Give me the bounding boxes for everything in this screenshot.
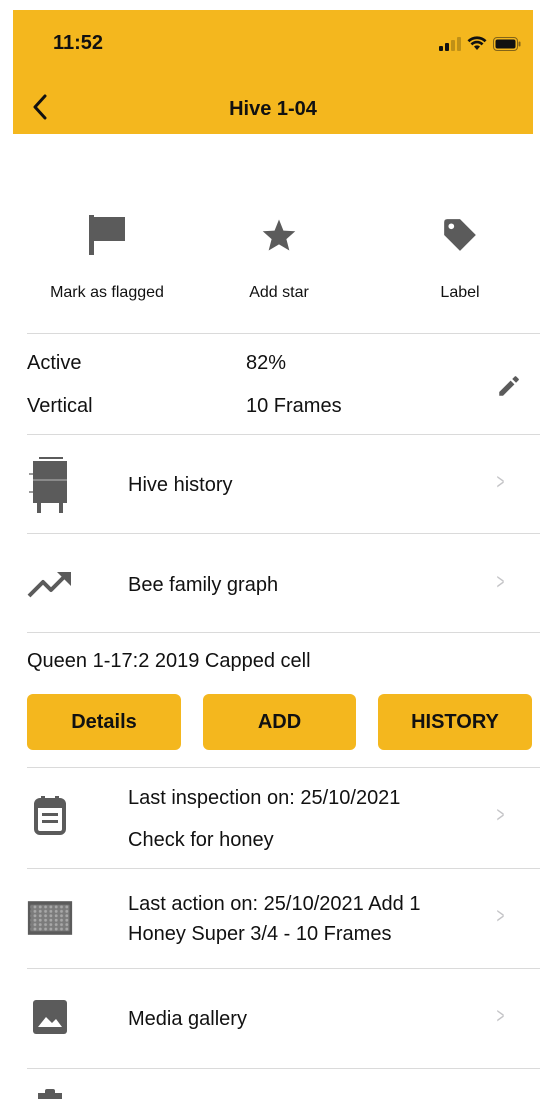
hive-status: Active <box>27 352 82 374</box>
inspection-note: Check for honey <box>128 829 274 851</box>
signal-icon <box>439 36 461 51</box>
clipboard-icon <box>38 1089 62 1099</box>
chevron-right-icon: > <box>496 903 505 928</box>
chevron-right-icon: > <box>496 802 505 827</box>
last-action-label: Last action on: 25/10/2021 Add 1 <box>128 893 421 915</box>
chevron-right-icon: > <box>496 1003 505 1028</box>
hive-frames: 10 Frames <box>246 395 342 417</box>
battery-icon <box>493 36 521 51</box>
bee-family-graph-item[interactable]: Bee family graph > <box>0 534 540 632</box>
next-list-item[interactable] <box>0 1069 540 1099</box>
mark-flagged-label: Mark as flagged <box>50 284 164 301</box>
hive-box-icon <box>29 457 67 513</box>
image-icon <box>33 1000 67 1034</box>
media-gallery-label: Media gallery <box>128 1008 247 1030</box>
details-button[interactable]: Details <box>27 694 181 750</box>
edit-button[interactable] <box>493 370 525 402</box>
bee-family-graph-label: Bee family graph <box>128 574 279 596</box>
status-time: 11:52 <box>53 32 104 54</box>
label-label: Label <box>440 284 480 301</box>
mark-flagged-action[interactable]: Mark as flagged <box>17 210 197 302</box>
status-icons <box>439 36 521 51</box>
hive-strength: 82% <box>246 352 287 374</box>
add-button[interactable]: ADD <box>203 694 356 750</box>
quick-actions: Mark as flagged Add star Label <box>0 210 540 310</box>
last-inspection-label: Last inspection on: 25/10/2021 <box>128 787 401 809</box>
wifi-icon <box>467 36 487 50</box>
divider <box>27 333 540 334</box>
flag-icon <box>89 215 125 255</box>
hive-type: Vertical <box>27 395 93 417</box>
last-action-item[interactable]: Last action on: 25/10/2021 Add 1 Honey S… <box>0 869 540 968</box>
calendar-icon <box>34 796 66 835</box>
tag-icon <box>444 219 476 251</box>
last-action-detail: Honey Super 3/4 - 10 Frames <box>128 923 392 945</box>
label-action[interactable]: Label <box>370 210 540 302</box>
history-button[interactable]: HISTORY <box>378 694 532 750</box>
divider <box>27 632 540 633</box>
app-header: 11:52 Hive 1-04 <box>13 10 533 134</box>
media-gallery-item[interactable]: Media gallery > <box>0 969 540 1068</box>
trending-up-icon <box>27 572 71 598</box>
star-icon <box>262 219 296 251</box>
add-star-action[interactable]: Add star <box>189 210 369 302</box>
page-title: Hive 1-04 <box>229 98 317 120</box>
hive-history-item[interactable]: Hive history > <box>0 435 540 533</box>
chevron-right-icon: > <box>496 469 505 494</box>
pencil-icon <box>499 376 519 396</box>
chevron-right-icon: > <box>496 569 505 594</box>
hive-history-label: Hive history <box>128 474 233 496</box>
last-inspection-item[interactable]: Last inspection on: 25/10/2021 Check for… <box>0 768 540 868</box>
add-star-label: Add star <box>249 284 309 301</box>
queen-info: Queen 1-17:2 2019 Capped cell <box>27 650 311 672</box>
honeycomb-frame-icon <box>27 901 73 935</box>
